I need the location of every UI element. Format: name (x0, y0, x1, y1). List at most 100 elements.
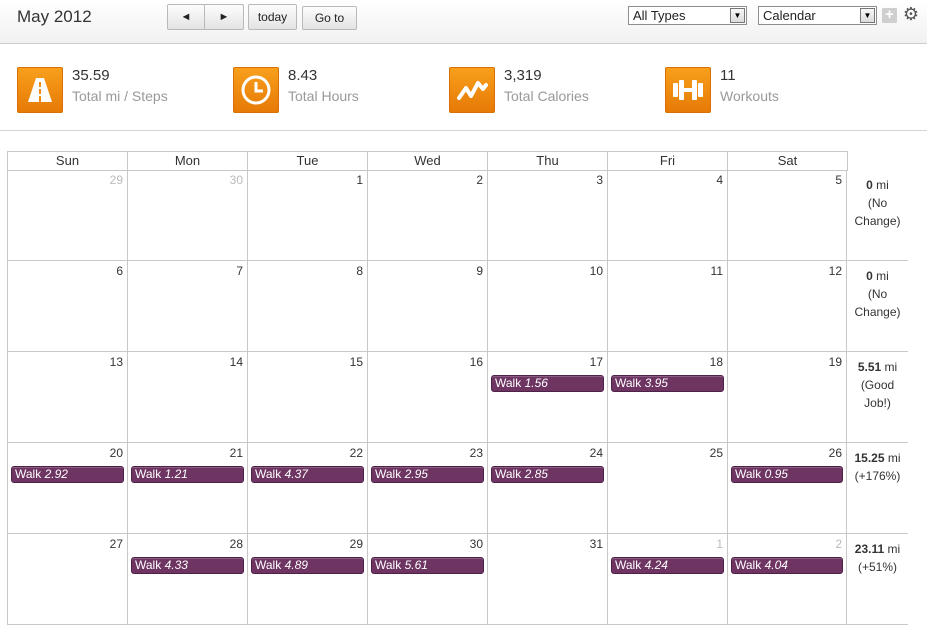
next-month-button[interactable]: ► (205, 4, 244, 30)
day-number: 24 (589, 446, 603, 460)
day-number: 11 (710, 264, 723, 278)
calendar-week-row: 20 Walk 2.92 21 Walk 1.21 22 Walk 4.37 23 Walk … (7, 443, 908, 534)
calendar-day-cell[interactable]: 24 Walk 2.85 (487, 443, 607, 534)
clock-icon (233, 67, 279, 113)
calendar-day-cell[interactable]: 19 (727, 352, 847, 443)
calendar-day-cell[interactable]: 26 Walk 0.95 (727, 443, 847, 534)
day-number: 19 (828, 355, 842, 369)
calendar-day-cell[interactable]: 5 (727, 170, 847, 261)
previous-month-button[interactable]: ◄ (167, 4, 205, 30)
event-type: Walk (255, 467, 282, 481)
calendar-day-cell[interactable]: 14 (127, 352, 247, 443)
stat-label: Total Calories (504, 88, 589, 104)
event-distance: 2.85 (524, 467, 548, 481)
calendar-day-cell[interactable]: 30 (127, 170, 247, 261)
calendar-day-cell[interactable]: 28 Walk 4.33 (127, 534, 247, 625)
weekday-label: Tue (247, 152, 367, 170)
calendar-toolbar: May 2012 ◄ ► today Go to All Types ▼ Cal… (0, 0, 927, 44)
chevron-down-icon: ▼ (860, 8, 875, 23)
view-select[interactable]: Calendar ▼ (758, 6, 877, 25)
event-type: Walk (135, 467, 162, 481)
weekday-label: Mon (127, 152, 247, 170)
weekday-label: Sat (727, 152, 847, 170)
event-type: Walk (735, 558, 762, 572)
weekday-label: Wed (367, 152, 487, 170)
calendar-day-cell[interactable]: 1 Walk 4.24 (607, 534, 727, 625)
weekly-miles: 23.11 (854, 542, 885, 556)
calendar-day-cell[interactable]: 15 (247, 352, 367, 443)
weekly-summary: 0 mi (No Change) (847, 261, 908, 352)
workout-event[interactable]: Walk 0.95 (731, 466, 843, 483)
workout-type-select[interactable]: All Types ▼ (628, 6, 747, 25)
calendar-day-cell[interactable]: 10 (487, 261, 607, 352)
calendar-week-row: 29 30 1 2 3 4 5 0 mi (No Change) (7, 170, 908, 261)
workout-event[interactable]: Walk 3.95 (611, 375, 724, 392)
day-number: 31 (589, 537, 603, 551)
calendar-day-cell[interactable]: 21 Walk 1.21 (127, 443, 247, 534)
calendar-day-cell[interactable]: 30 Walk 5.61 (367, 534, 487, 625)
calendar-day-cell[interactable]: 6 (7, 261, 127, 352)
event-distance: 4.04 (764, 558, 788, 572)
workout-event[interactable]: Walk 4.33 (131, 557, 244, 574)
day-number: 1 (356, 173, 363, 187)
day-number: 14 (229, 355, 243, 369)
day-number: 13 (109, 355, 123, 369)
weekly-summary: 15.25 mi (+176%) (847, 443, 908, 534)
calendar-day-cell[interactable]: 23 Walk 2.95 (367, 443, 487, 534)
workout-event[interactable]: Walk 4.24 (611, 557, 724, 574)
calendar-day-cell[interactable]: 2 (367, 170, 487, 261)
workout-event[interactable]: Walk 4.89 (251, 557, 364, 574)
calendar-day-cell[interactable]: 27 (7, 534, 127, 625)
workout-event[interactable]: Walk 2.92 (11, 466, 124, 483)
calendar-day-cell[interactable]: 16 (367, 352, 487, 443)
calendar-day-cell[interactable]: 11 (607, 261, 727, 352)
workout-event[interactable]: Walk 4.37 (251, 466, 364, 483)
calendar-day-cell[interactable]: 9 (367, 261, 487, 352)
day-number: 20 (109, 446, 123, 460)
calendar-day-cell[interactable]: 8 (247, 261, 367, 352)
workout-event[interactable]: Walk 2.95 (371, 466, 484, 483)
calendar-day-cell[interactable]: 20 Walk 2.92 (7, 443, 127, 534)
event-type: Walk (615, 558, 642, 572)
calendar-day-cell[interactable]: 1 (247, 170, 367, 261)
calendar-day-cell[interactable]: 7 (127, 261, 247, 352)
calendar-day-cell[interactable]: 3 (487, 170, 607, 261)
calendar-day-cell[interactable]: 31 (487, 534, 607, 625)
workout-event[interactable]: Walk 5.61 (371, 557, 484, 574)
calendar-day-cell[interactable]: 13 (7, 352, 127, 443)
calendar-day-cell[interactable]: 29 Walk 4.89 (247, 534, 367, 625)
weekly-miles: 0 (866, 269, 873, 283)
stat-label: Total Hours (288, 88, 359, 104)
day-number: 29 (109, 173, 123, 187)
calendar-day-cell[interactable]: 4 (607, 170, 727, 261)
settings-button[interactable]: ⚙ (901, 4, 921, 24)
weekly-unit: mi (887, 451, 901, 465)
workout-event[interactable]: Walk 1.21 (131, 466, 244, 483)
event-distance: 2.95 (404, 467, 428, 481)
workout-event[interactable]: Walk 4.04 (731, 557, 843, 574)
day-number: 5 (835, 173, 842, 187)
weekly-miles: 5.51 (857, 360, 882, 374)
calendar-day-cell[interactable]: 25 (607, 443, 727, 534)
workout-event[interactable]: Walk 2.85 (491, 466, 604, 483)
stat-value: 8.43 (288, 67, 318, 84)
stat-label: Total mi / Steps (72, 88, 168, 104)
day-number: 12 (828, 264, 842, 278)
calendar-day-cell[interactable]: 12 (727, 261, 847, 352)
add-workout-button[interactable]: + (882, 7, 897, 23)
calendar-day-cell[interactable]: 18 Walk 3.95 (607, 352, 727, 443)
weekday-label: Fri (607, 152, 727, 170)
workout-event[interactable]: Walk 1.56 (491, 375, 604, 392)
today-button[interactable]: today (248, 4, 297, 30)
calendar-day-cell[interactable]: 29 (7, 170, 127, 261)
calendar-day-cell[interactable]: 17 Walk 1.56 (487, 352, 607, 443)
summary-stats: 35.59 Total mi / Steps 8.43 Total Hours … (0, 45, 927, 131)
view-value: Calendar (763, 8, 816, 23)
weekly-miles: 0 (866, 178, 873, 192)
day-number: 18 (709, 355, 723, 369)
calendar-day-cell[interactable]: 22 Walk 4.37 (247, 443, 367, 534)
calendar-day-cell[interactable]: 2 Walk 4.04 (727, 534, 847, 625)
weekly-change-note: (+176%) (854, 469, 901, 483)
go-to-button[interactable]: Go to (302, 6, 357, 30)
day-number: 4 (716, 173, 723, 187)
